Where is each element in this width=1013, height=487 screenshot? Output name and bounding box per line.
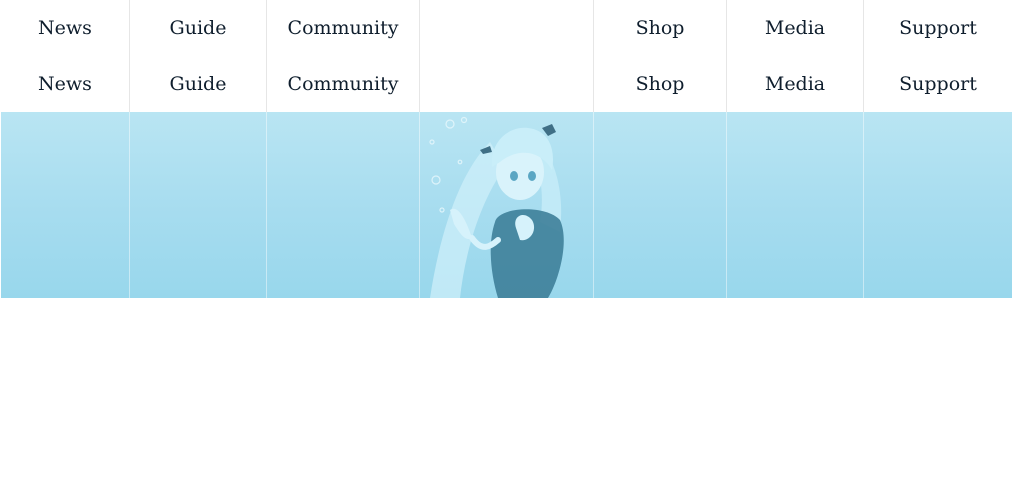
nav-guide[interactable]: Guide [130,0,267,56]
nav-support-secondary[interactable]: Support [864,56,1012,112]
nav-news[interactable]: News [1,0,130,56]
nav-shop-secondary[interactable]: Shop [594,56,727,112]
nav-community[interactable]: Community [267,0,420,56]
nav-logo-slot [420,0,594,56]
nav-media[interactable]: Media [727,0,864,56]
banner-illustration [420,112,594,298]
banner-cell [727,112,864,298]
main-nav: News Guide Community Shop Media Support [1,0,1012,56]
nav-media-secondary[interactable]: Media [727,56,864,112]
nav-news-secondary[interactable]: News [1,56,130,112]
nav-guide-secondary[interactable]: Guide [130,56,267,112]
nav-community-secondary[interactable]: Community [267,56,420,112]
banner-cell [130,112,267,298]
banner-cell [267,112,420,298]
banner-cell [1,112,130,298]
secondary-nav: News Guide Community Shop Media Support [1,56,1012,112]
anime-girl-illustration [429,116,564,298]
nav-logo-slot-secondary [420,56,594,112]
nav-shop[interactable]: Shop [594,0,727,56]
hero-banner [1,112,1012,298]
banner-cell [594,112,727,298]
nav-support[interactable]: Support [864,0,1012,56]
banner-cell [864,112,1012,298]
